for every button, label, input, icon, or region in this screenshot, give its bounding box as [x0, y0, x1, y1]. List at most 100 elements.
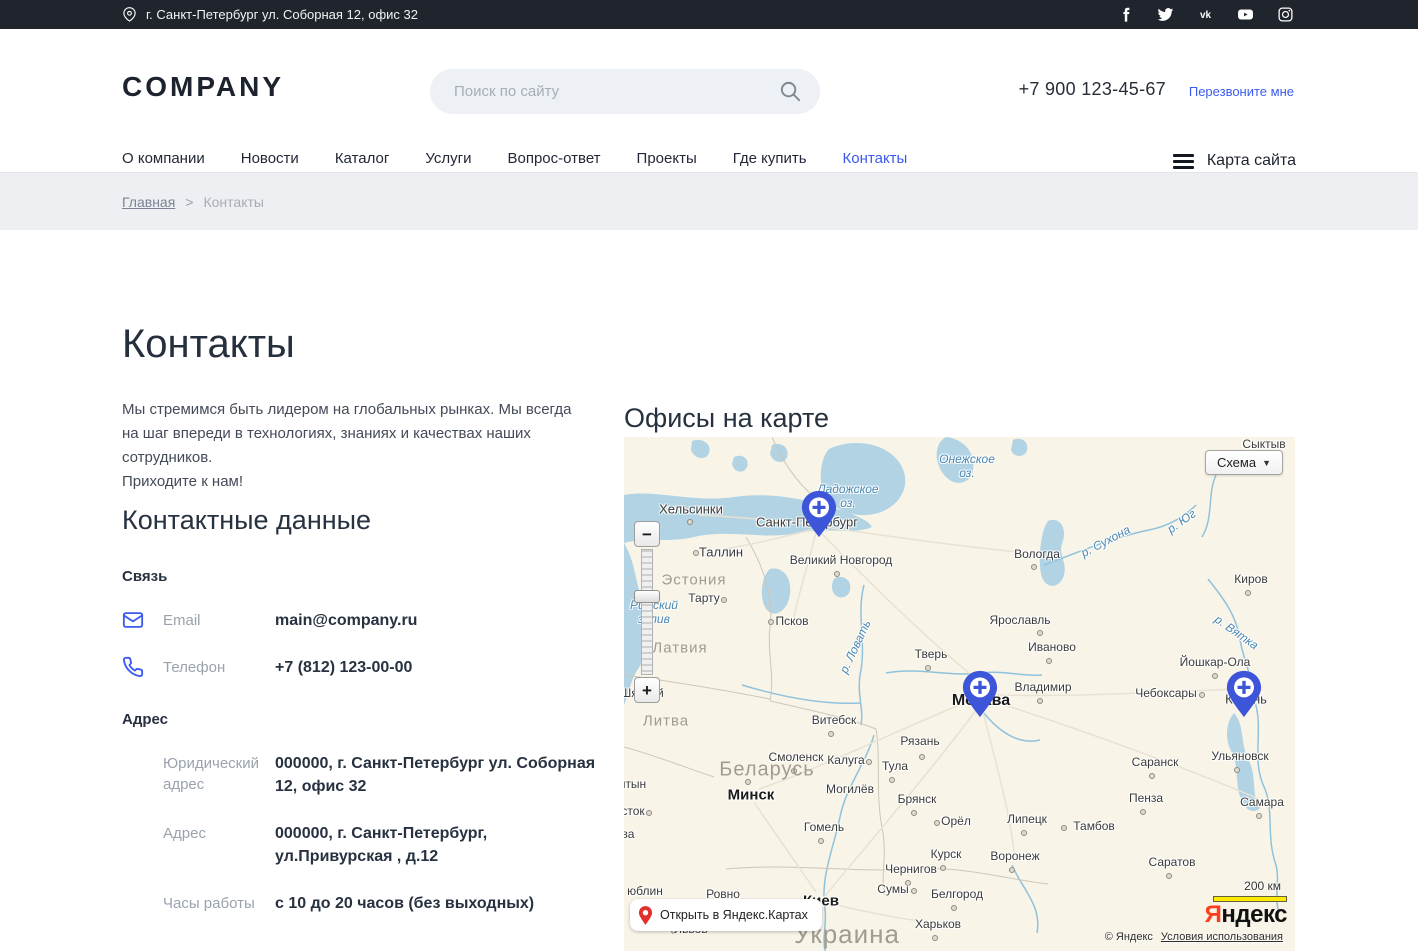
city-dot	[834, 571, 840, 577]
contact-label: Телефон	[163, 656, 275, 678]
youtube-icon[interactable]	[1237, 6, 1254, 23]
city-dot	[1061, 825, 1067, 831]
search-bar	[430, 69, 820, 114]
city-dot	[768, 619, 774, 625]
nav-item[interactable]: Проекты	[637, 150, 697, 167]
breadcrumb-separator: >	[185, 194, 193, 210]
city-dot	[1037, 698, 1043, 704]
breadcrumb-current: Контакты	[203, 194, 263, 210]
callback-link[interactable]: Перезвоните мне	[1189, 84, 1294, 99]
header: COMPANY +7 900 123-45-67 Перезвоните мне…	[0, 29, 1418, 172]
nav-item[interactable]: Каталог	[335, 150, 390, 167]
city-dot	[687, 519, 693, 525]
city-dot	[721, 597, 727, 603]
chevron-down-icon: ▼	[1262, 458, 1271, 468]
open-in-yandex-link[interactable]: Открыть в Яндекс.Картах	[630, 899, 822, 931]
city-dot	[791, 768, 797, 774]
topbar-address: г. Санкт-Петербург ул. Соборная 12, офис…	[146, 7, 418, 22]
city-dot	[866, 759, 872, 765]
terms-link[interactable]: Условия использования	[1161, 931, 1283, 943]
city-dot	[934, 820, 940, 826]
city-dot	[1037, 630, 1043, 636]
contact-row: Адрес000000, г. Санкт-Петербург, ул.Прив…	[122, 822, 612, 868]
city-dot	[1031, 564, 1037, 570]
contact-label: Email	[163, 609, 275, 631]
topbar: г. Санкт-Петербург ул. Соборная 12, офис…	[0, 0, 1418, 29]
city-dot	[1149, 773, 1155, 779]
city-dot	[889, 777, 895, 783]
phone-icon	[122, 656, 163, 678]
contact-row: Emailmain@company.ru	[122, 609, 612, 632]
city-dot	[940, 865, 946, 871]
breadcrumb-home[interactable]: Главная	[122, 194, 175, 210]
city-dot	[693, 550, 699, 556]
yandex-pin-icon	[638, 905, 653, 926]
company-logo[interactable]: COMPANY	[122, 71, 284, 103]
page: г. Санкт-Петербург ул. Соборная 12, офис…	[0, 0, 1418, 951]
intro-text: Мы стремимся быть лидером на глобальных …	[122, 398, 587, 494]
office-map-pin[interactable]	[1225, 670, 1263, 718]
city-dot	[818, 838, 824, 844]
copyright-text: © Яндекс	[1105, 931, 1153, 943]
contact-groups: СвязьEmailmain@company.ruТелефон+7 (812)…	[122, 568, 612, 915]
nav-item[interactable]: Контакты	[843, 150, 908, 167]
city-dot	[1245, 590, 1251, 596]
office-map-pin[interactable]	[961, 670, 999, 718]
zoom-out-button[interactable]: −	[634, 521, 660, 547]
email-icon	[122, 609, 163, 631]
zoom-slider-thumb[interactable]	[634, 590, 660, 603]
contact-label: Адрес	[163, 822, 275, 844]
city-dot	[919, 754, 925, 760]
city-dot	[1140, 809, 1146, 815]
city-dot	[1166, 873, 1172, 879]
city-dot	[1199, 692, 1205, 698]
office-map-pin[interactable]	[800, 490, 838, 538]
nav-item[interactable]: Услуги	[425, 150, 471, 167]
city-dot	[646, 810, 652, 816]
map-heading: Офисы на карте	[624, 403, 829, 434]
city-dot	[932, 935, 938, 941]
icon-spacer	[122, 752, 163, 774]
contact-value: 000000, г. Санкт-Петербург, ул.Привурска…	[275, 822, 612, 868]
facebook-icon[interactable]	[1117, 6, 1134, 23]
layer-button-label: Схема	[1217, 455, 1256, 470]
map-copyright: © Яндекс Условия использования	[1105, 931, 1283, 943]
search-icon[interactable]	[779, 80, 802, 103]
vk-icon[interactable]: vk	[1197, 6, 1214, 23]
contact-value: с 10 до 20 часов (без выходных)	[275, 892, 612, 915]
zoom-in-button[interactable]: +	[634, 677, 660, 703]
icon-spacer	[122, 822, 163, 844]
city-dot	[925, 665, 931, 671]
contact-label: Юридический адрес	[163, 752, 275, 795]
social-icons: vk	[1117, 0, 1294, 29]
sitemap-link[interactable]: Карта сайта	[1173, 152, 1296, 170]
city-dot	[1009, 867, 1015, 873]
layer-select-button[interactable]: Схема ▼	[1205, 450, 1283, 475]
contacts-heading: Контактные данные	[122, 505, 612, 536]
icon-spacer	[122, 892, 163, 914]
contact-group-title: Адрес	[122, 711, 612, 728]
office-map[interactable]: СыктывХельсинкиСанкт-ПетербургОнежское о…	[624, 437, 1295, 951]
city-dot	[827, 788, 833, 794]
nav-item[interactable]: О компании	[122, 150, 205, 167]
city-dot	[911, 888, 917, 894]
search-input[interactable]	[430, 69, 820, 114]
location-pin-icon	[122, 7, 137, 22]
city-dot	[911, 810, 917, 816]
yandex-logo[interactable]: Яндекс	[1205, 901, 1287, 929]
contact-data-section: Контактные данные СвязьEmailmain@company…	[122, 505, 612, 915]
phone-number: +7 900 123-45-67	[1019, 79, 1166, 100]
city-dot	[905, 880, 911, 886]
nav-item[interactable]: Где купить	[733, 150, 807, 167]
open-in-yandex-label: Открыть в Яндекс.Картах	[660, 908, 808, 922]
zoom-slider[interactable]	[641, 549, 653, 675]
scale-label: 200 км	[1244, 879, 1281, 893]
instagram-icon[interactable]	[1277, 6, 1294, 23]
twitter-icon[interactable]	[1157, 6, 1174, 23]
nav-item[interactable]: Новости	[241, 150, 299, 167]
city-dot	[951, 905, 957, 911]
contact-value: 000000, г. Санкт-Петербург ул. Соборная …	[275, 752, 612, 798]
topbar-address-wrap: г. Санкт-Петербург ул. Соборная 12, офис…	[122, 0, 418, 29]
nav-item[interactable]: Вопрос-ответ	[507, 150, 600, 167]
city-dot	[1021, 830, 1027, 836]
